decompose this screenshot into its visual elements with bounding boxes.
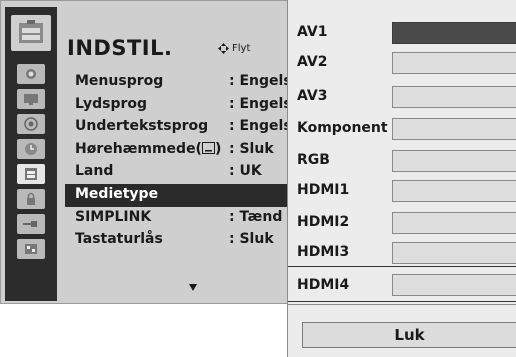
input-icon[interactable] [5,211,57,236]
input-option-hdmi1[interactable]: HDMI1 [288,176,516,204]
input-option-box[interactable] [392,22,516,44]
audio-icon[interactable] [5,111,57,136]
subtitle-icon [201,141,215,154]
menu-item-label: Medietype [75,185,159,202]
menu-item-horehaemmede[interactable]: Hørehæmmede(): Sluk [65,139,301,162]
input-option-hdmi2[interactable]: HDMI2 [288,208,516,236]
input-option-rgb[interactable]: RGB [288,146,516,174]
menu-item-value: : Tænd [229,208,283,225]
nav-hint: Flyt [218,43,250,54]
menu-item-value: : UK [229,163,262,180]
menu-item-label: Menusprog [75,73,164,89]
input-option-label: HDMI1 [297,182,350,198]
menu-item-value: : Sluk [229,140,274,157]
input-option-box[interactable] [392,212,516,234]
input-option-hdmi3[interactable]: HDMI3 [288,238,516,266]
setup-icon[interactable] [5,161,57,186]
input-option-box[interactable] [392,86,516,108]
scroll-down-arrow-icon[interactable] [189,284,197,291]
menu-item-label: SIMPLINK [75,208,152,225]
picture-icon[interactable] [5,61,57,86]
screen-icon[interactable] [5,86,57,111]
menu-item-simplink[interactable]: SIMPLINK : Tænd [65,207,301,230]
menu-item-label: Undertekstsprog [75,118,209,135]
input-option-hdmi4[interactable]: HDMI4 [288,266,516,302]
input-option-label: Komponent [297,120,388,136]
menu-item-value: : Engels [229,95,292,112]
media-type-popup: AV1 AV2 AV3 Komponent RGB HDMI1 HDMI2 HD… [287,0,516,357]
nav-hint-label: Flyt [232,43,251,54]
menu-item-value: : Engels [229,73,292,89]
input-option-label: AV3 [297,88,328,104]
input-option-box[interactable] [392,52,516,74]
input-option-label: HDMI2 [297,214,350,230]
input-option-av3[interactable]: AV3 [288,82,516,110]
time-icon[interactable] [5,136,57,161]
menu-item-menusprog[interactable]: Menusprog : Engels [65,71,301,94]
close-button[interactable]: Luk [302,322,516,348]
input-option-label: AV1 [297,24,328,40]
menu-item-lydsprog[interactable]: Lydsprog : Engels [65,94,301,117]
dpad-icon [218,43,229,54]
menu-item-tastaturlas[interactable]: Tastaturlås : Sluk [65,229,301,252]
menu-item-undertekstsprog[interactable]: Undertekstsprog : Engels [65,116,301,139]
category-sidebar [5,7,57,301]
usb-icon[interactable] [5,236,57,261]
menu-item-label: Tastaturlås [75,231,163,248]
input-option-box[interactable] [392,242,516,264]
menu-item-medietype[interactable]: Medietype [65,183,301,207]
setup-menu-window: INDSTIL. Flyt Menusprog : Engels Lydsprog… [0,0,301,304]
menu-item-label: Hørehæmmede( [75,140,202,157]
input-option-box[interactable] [392,150,516,172]
lock-icon[interactable] [5,186,57,211]
setup-options-list: Menusprog : Engels Lydsprog : Engels Under… [65,71,301,252]
menu-item-value: : Sluk [229,231,274,248]
input-option-av1[interactable]: AV1 [288,18,516,46]
input-option-av2[interactable]: AV2 [288,48,516,76]
setup-category-icon [11,15,51,51]
input-option-label: RGB [297,152,330,168]
menu-item-value: : Engels [229,118,292,135]
input-option-komponent[interactable]: Komponent [288,114,516,142]
input-option-box[interactable] [392,180,516,202]
input-option-label: HDMI4 [297,277,350,293]
menu-item-label: Land [75,163,114,180]
input-option-label: AV2 [297,54,328,70]
input-option-label: HDMI3 [297,244,350,260]
input-option-box[interactable] [392,274,516,296]
input-option-box[interactable] [392,118,516,140]
popup-divider [288,304,516,305]
menu-item-label: Lydsprog [75,95,148,112]
menu-title: INDSTIL. [67,36,173,60]
menu-item-land[interactable]: Land : UK [65,161,301,184]
